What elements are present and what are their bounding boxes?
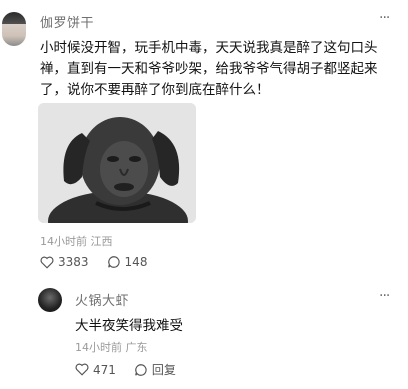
reply-time: 14小时前: [75, 341, 122, 354]
comment-count: 148: [124, 255, 148, 269]
like-button[interactable]: 3383: [40, 255, 89, 269]
comment-thread: 伽罗饼干 ··· 小时候没开智，玩手机中毒，天天说我真是醉了这句口头禅，直到有一…: [0, 0, 408, 389]
comment-icon: [107, 256, 120, 268]
reply-location: 广东: [125, 341, 148, 354]
comment-location: 江西: [90, 235, 113, 248]
more-options-button[interactable]: ···: [379, 10, 390, 26]
reply-actions: 471 回复: [75, 361, 194, 378]
reply-item: 火锅大虾 ··· 大半夜笑得我难受 14小时前 广东 471 回复: [0, 282, 408, 389]
comment-meta: 14小时前 江西: [40, 233, 113, 249]
comment-actions: 3383 148: [40, 255, 165, 269]
reply-author-avatar[interactable]: [38, 288, 62, 312]
author-avatar[interactable]: [2, 12, 26, 46]
reply-text: 大半夜笑得我难受: [75, 318, 183, 334]
reply-like-count: 471: [93, 362, 116, 377]
like-count: 3383: [58, 255, 89, 269]
reply-author-name[interactable]: 火锅大虾: [75, 290, 129, 309]
comment-button[interactable]: 148: [107, 255, 148, 269]
author-name[interactable]: 伽罗饼干: [40, 12, 94, 31]
comment-icon: [135, 363, 147, 376]
dog-meme-icon: [38, 103, 196, 223]
heart-icon: [75, 363, 89, 376]
reply-label: 回复: [151, 363, 176, 377]
comment-image[interactable]: [38, 103, 196, 223]
comment-text: 小时候没开智，玩手机中毒，天天说我真是醉了这句口头禅，直到有一天和爷爷吵架，给我…: [40, 40, 378, 98]
reply-like-button[interactable]: 471: [75, 363, 116, 377]
reply-meta: 14小时前 广东: [75, 339, 148, 355]
reply-button[interactable]: 回复: [134, 361, 176, 378]
heart-icon: [40, 256, 54, 269]
reply-more-options-button[interactable]: ···: [379, 288, 390, 304]
comment-time: 14小时前: [40, 235, 87, 248]
